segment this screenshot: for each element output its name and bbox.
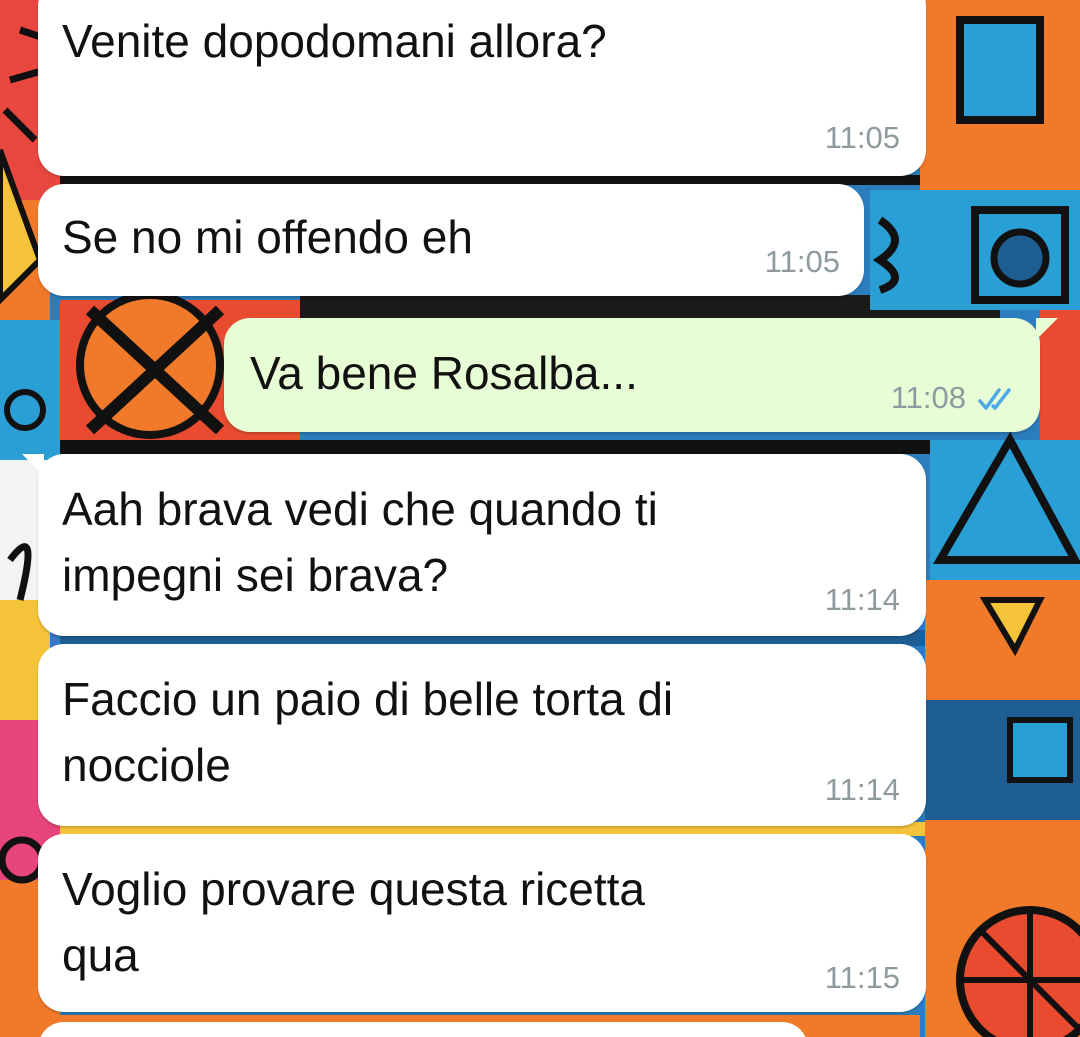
message-timestamp: 11:14 [824, 582, 900, 617]
message-timestamp: 11:05 [824, 120, 900, 155]
double-check-read-icon [978, 388, 1011, 410]
message-text: Voglio provare questa ricetta qua [62, 863, 646, 981]
bubble-tail [1036, 318, 1058, 340]
message-text: Faccio un paio di belle torta di nocciol… [62, 673, 674, 791]
message-text: Aah brava vedi che quando ti impegni sei… [62, 483, 658, 601]
message-timestamp: 11:14 [824, 772, 900, 807]
message-timestamp: 11:15 [824, 960, 900, 995]
message-bubble-incoming[interactable]: Aah brava vedi che quando ti impegni sei… [22, 454, 926, 636]
message-bubble-incoming[interactable]: Voglio provare questa ricetta qua 11:15 [38, 834, 926, 1012]
message-text: Se no mi offendo eh [62, 211, 473, 263]
message-timestamp: 11:08 [890, 380, 966, 415]
message-text: Va bene Rosalba... [250, 347, 638, 399]
message-bubble-outgoing[interactable]: Va bene Rosalba... 11:08 [224, 318, 1058, 432]
message-text: Venite dopodomani allora? [62, 15, 607, 67]
bubble-tail [22, 454, 44, 476]
message-bubble-incoming-partial[interactable] [38, 1022, 808, 1037]
message-bubble-incoming[interactable]: Se no mi offendo eh 11:05 [38, 184, 864, 296]
message-timestamp: 11:05 [764, 244, 840, 279]
message-bubble-incoming[interactable]: Faccio un paio di belle torta di nocciol… [38, 644, 926, 826]
message-bubble-incoming[interactable]: Venite dopodomani allora? 11:05 [38, 0, 926, 176]
chat-screen: Venite dopodomani allora? 11:05 Se no mi… [0, 0, 1080, 1037]
